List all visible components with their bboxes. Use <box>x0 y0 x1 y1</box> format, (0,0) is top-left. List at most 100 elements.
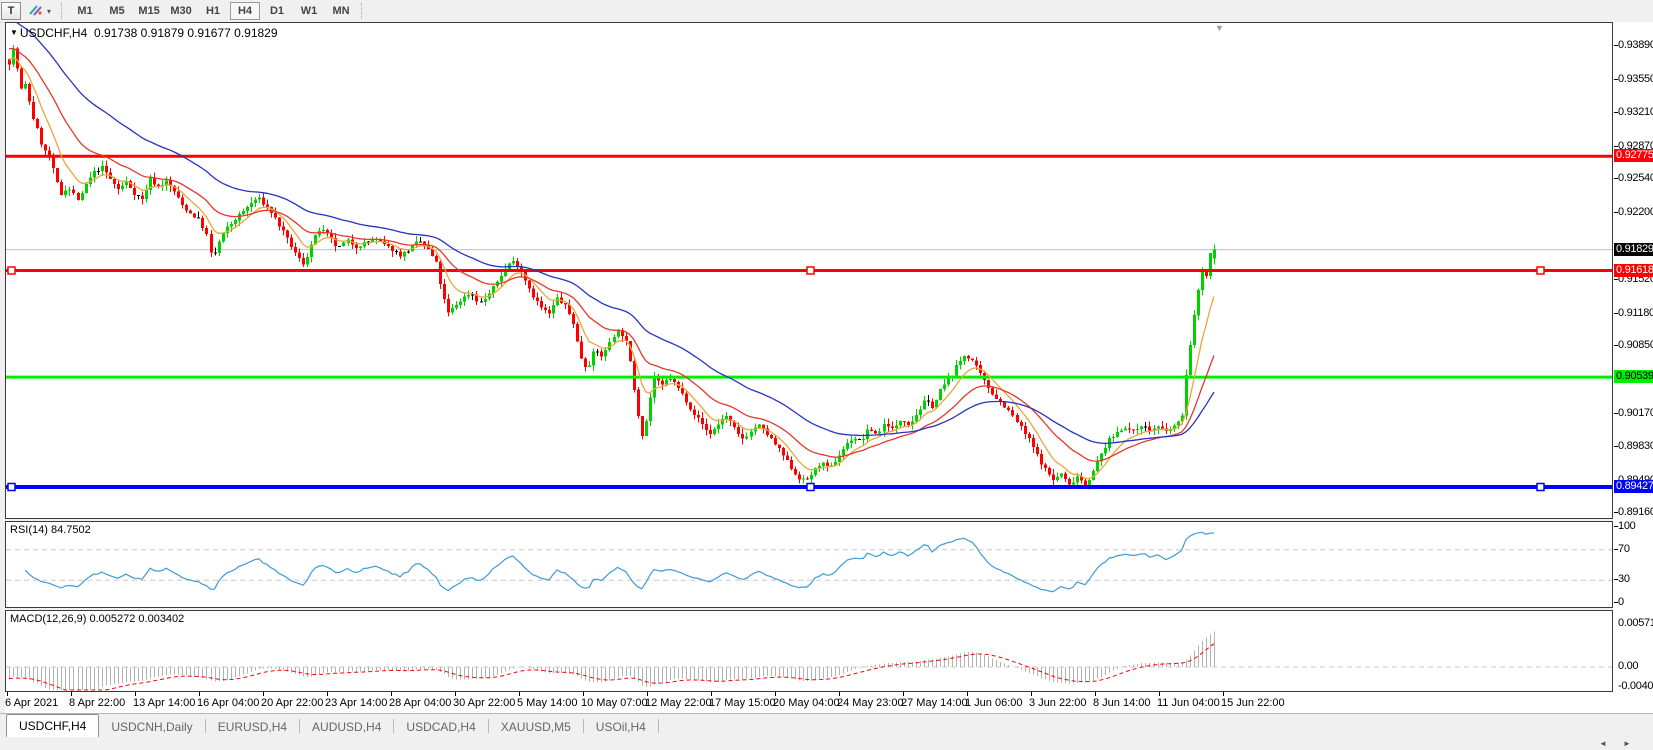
rsi-tick <box>1614 602 1618 603</box>
chart-tab-usoil-h4[interactable]: USOil,H4 <box>584 716 658 737</box>
time-tick <box>7 692 8 696</box>
chart-tab-usdcad-h4[interactable]: USDCAD,H4 <box>394 716 487 737</box>
time-tick <box>1095 692 1096 696</box>
rsi-chart[interactable] <box>6 522 1612 607</box>
timeframe-button-d1[interactable]: D1 <box>262 2 292 20</box>
price-line-label: 0.92775 <box>1614 149 1653 162</box>
time-label: 30 Apr 22:00 <box>453 697 515 709</box>
time-tick <box>135 692 136 696</box>
time-tick <box>391 692 392 696</box>
time-tick <box>903 692 904 696</box>
ohlc-close: 0.91829 <box>234 26 277 40</box>
price-tick-label: 0.92540 <box>1618 172 1653 184</box>
time-label: 5 May 14:00 <box>517 697 578 709</box>
price-line-label: 0.91829 <box>1614 243 1653 256</box>
time-tick <box>71 692 72 696</box>
rsi-tick <box>1614 579 1618 580</box>
price-tick-label: 0.93890 <box>1618 39 1653 51</box>
time-tick <box>1031 692 1032 696</box>
time-label: 8 Jun 14:00 <box>1093 697 1151 709</box>
scroll-left-button[interactable]: ◄ <box>1592 738 1614 749</box>
moving-average-fast <box>9 58 1214 479</box>
price-line-label: 0.90539 <box>1614 370 1653 383</box>
chart-tab-usdcnh-daily[interactable]: USDCNH,Daily <box>99 716 204 737</box>
timeframe-button-m30[interactable]: M30 <box>166 2 196 20</box>
title-dropdown-icon: ▼ <box>10 28 18 37</box>
price-tick-label: 0.89160 <box>1618 506 1653 518</box>
price-tick-label: 0.89830 <box>1618 440 1653 452</box>
toolbar-separator <box>361 3 365 19</box>
timeframe-button-mn[interactable]: MN <box>326 2 356 20</box>
timeframe-button-m5[interactable]: M5 <box>102 2 132 20</box>
time-tick <box>583 692 584 696</box>
candles <box>8 45 1216 489</box>
chart-tab-xauusd-m5[interactable]: XAUUSD,M5 <box>489 716 583 737</box>
time-label: 12 May 22:00 <box>645 697 712 709</box>
macd-panel[interactable] <box>5 610 1613 692</box>
chart-tab-eurusd-h4[interactable]: EURUSD,H4 <box>206 716 299 737</box>
line-handle[interactable] <box>807 484 814 491</box>
ohlc-low: 0.91677 <box>187 26 230 40</box>
timeframe-button-h4[interactable]: H4 <box>230 2 260 20</box>
line-handle[interactable] <box>8 484 15 491</box>
time-tick <box>711 692 712 696</box>
timeframe-button-m1[interactable]: M1 <box>70 2 100 20</box>
price-axis[interactable]: 0.938900.935500.932100.928700.925400.922… <box>1613 22 1653 713</box>
rsi-label: RSI(14) 84.7502 <box>10 524 91 536</box>
toolbar-separator <box>61 3 65 19</box>
time-label: 27 May 14:00 <box>901 697 968 709</box>
chevron-down-icon: ▾ <box>47 7 51 16</box>
candlestick-chart[interactable] <box>6 23 1612 518</box>
price-line-label: 0.89427 <box>1614 480 1653 493</box>
macd-label: MACD(12,26,9) 0.005272 0.003402 <box>10 613 184 625</box>
timeframe-button-h1[interactable]: H1 <box>198 2 228 20</box>
rsi-scale-label: 70 <box>1618 543 1630 555</box>
time-label: 16 Apr 04:00 <box>197 697 259 709</box>
time-tick <box>1159 692 1160 696</box>
macd-histogram <box>10 631 1215 690</box>
macd-chart[interactable] <box>6 611 1612 691</box>
timeframe-button-w1[interactable]: W1 <box>294 2 324 20</box>
symbol-period-label: USDCHF,H4 <box>20 26 87 40</box>
line-handle[interactable] <box>807 267 814 274</box>
line-handle[interactable] <box>1537 484 1544 491</box>
line-handle[interactable] <box>8 267 15 274</box>
moving-average-slow <box>9 23 1214 443</box>
time-tick <box>1223 692 1224 696</box>
toolbar: T ▾ M1M5M15M30H1H4D1W1MN <box>0 0 1653 23</box>
time-label: 11 Jun 04:00 <box>1157 697 1220 709</box>
time-tick <box>647 692 648 696</box>
time-label: 28 Apr 04:00 <box>389 697 451 709</box>
timeframe-group: M1M5M15M30H1H4D1W1MN <box>69 1 357 21</box>
macd-scale-label: 0.005718 <box>1618 617 1653 629</box>
rsi-scale-label: 0 <box>1618 596 1624 608</box>
time-label: 8 Apr 22:00 <box>69 697 125 709</box>
main-chart-panel[interactable] <box>5 22 1613 519</box>
macd-scale-label: 0.00 <box>1618 660 1638 672</box>
timeframe-button-m15[interactable]: M15 <box>134 2 164 20</box>
rsi-scale-label: 30 <box>1618 573 1630 585</box>
chart-tab-usdchf-h4[interactable]: USDCHF,H4 <box>6 714 99 737</box>
chart-tab-bar: USDCHF,H4USDCNH,DailyEURUSD,H4AUDUSD,H4U… <box>0 713 1653 737</box>
time-axis[interactable]: 6 Apr 20218 Apr 22:0013 Apr 14:0016 Apr … <box>5 692 1613 713</box>
price-tick-label: 0.91180 <box>1618 307 1653 319</box>
application-window: T ▾ M1M5M15M30H1H4D1W1MN ▼USDCHF,H4 0.91… <box>0 0 1653 750</box>
rsi-tick <box>1614 549 1618 550</box>
time-tick <box>327 692 328 696</box>
chart-shift-marker[interactable]: ▼ <box>1215 23 1224 33</box>
chart-tab-audusd-h4[interactable]: AUDUSD,H4 <box>300 716 393 737</box>
scroll-right-button[interactable]: ► <box>1616 738 1638 749</box>
tab-separator <box>658 719 659 733</box>
time-label: 24 May 23:00 <box>837 697 904 709</box>
line-studies-button[interactable]: ▾ <box>23 2 56 20</box>
chart-title: ▼USDCHF,H4 0.91738 0.91879 0.91677 0.918… <box>10 26 278 40</box>
price-tick-label: 0.93550 <box>1618 73 1653 85</box>
rsi-panel[interactable] <box>5 521 1613 608</box>
line-handle[interactable] <box>1537 267 1544 274</box>
time-tick <box>519 692 520 696</box>
price-tick-label: 0.93210 <box>1618 106 1653 118</box>
time-tick <box>263 692 264 696</box>
text-tool-button[interactable]: T <box>1 2 21 20</box>
time-label: 3 Jun 22:00 <box>1029 697 1087 709</box>
time-label: 23 Apr 14:00 <box>325 697 387 709</box>
